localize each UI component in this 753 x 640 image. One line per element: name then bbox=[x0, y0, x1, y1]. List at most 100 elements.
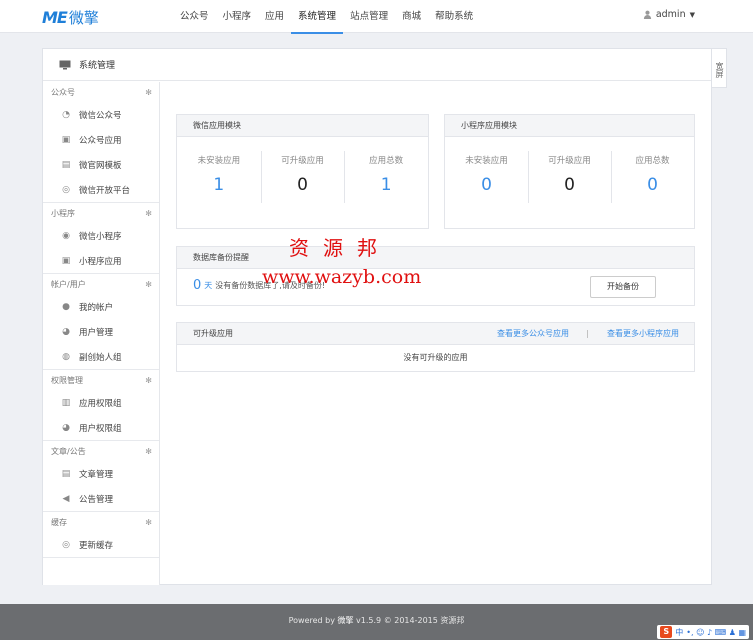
sidebar-group-header[interactable]: 权限管理 ✻ bbox=[43, 370, 159, 390]
sidebar-item-label: 更新缓存 bbox=[79, 540, 114, 551]
sogou-ime-icon[interactable]: S bbox=[660, 626, 673, 638]
user-icon: ● bbox=[62, 301, 70, 312]
sidebar-item-label: 微官网模板 bbox=[79, 160, 122, 171]
nav-item[interactable]: 帮助系统 bbox=[428, 0, 480, 33]
stat-value[interactable]: 0 bbox=[611, 175, 694, 195]
stat-cell: 可升级应用 0 bbox=[260, 137, 345, 217]
users-icon: ◕ bbox=[62, 326, 70, 337]
sidebar-group: 公众号 ✻ ◔ 微信公众号 ▣ 公众号应用 ▤ 微官网模板 ◎ 微信开放平台 bbox=[43, 82, 159, 203]
sidebar-item-label: 副创始人组 bbox=[79, 352, 122, 363]
sidebar-item[interactable]: ▥ 应用权限组 bbox=[43, 390, 159, 415]
gear-icon[interactable]: ✻ bbox=[145, 280, 152, 289]
sidebar-item[interactable]: ◕ 用户管理 bbox=[43, 319, 159, 344]
mini-program-icon: ◉ bbox=[62, 230, 70, 241]
stat-value: 0 bbox=[297, 175, 308, 195]
sidebar-item[interactable]: ▣ 公众号应用 bbox=[43, 127, 159, 152]
sidebar-item[interactable]: ◎ 更新缓存 bbox=[43, 532, 159, 557]
wide-screen-button[interactable]: 宽屏 bbox=[711, 48, 727, 88]
sidebar-item-label: 应用权限组 bbox=[79, 398, 122, 409]
more-wechat-apps-link[interactable]: 查看更多公众号应用 bbox=[497, 328, 569, 339]
article-icon: ▤ bbox=[61, 468, 71, 479]
nav-item[interactable]: 商城 bbox=[395, 0, 428, 33]
sidebar-group-header[interactable]: 帐户/用户 ✻ bbox=[43, 274, 159, 294]
nav-item[interactable]: 系统管理 bbox=[291, 0, 344, 34]
sidebar-item[interactable]: ◀ 公告管理 bbox=[43, 486, 159, 511]
sidebar-group-header[interactable]: 缓存 ✻ bbox=[43, 512, 159, 532]
sidebar-group: 文章/公告 ✻ ▤ 文章管理 ◀ 公告管理 bbox=[43, 441, 159, 512]
wechat-card-title: 微信应用模块 bbox=[177, 115, 428, 137]
mini-program-module-card: 小程序应用模块 未安装应用 0 可升级应用 0 应用总数 0 bbox=[444, 114, 695, 229]
sidebar-item[interactable]: ▣ 小程序应用 bbox=[43, 248, 159, 273]
footer-suffix: v1.5.9 © 2014-2015 资源邦 bbox=[353, 616, 465, 625]
gear-icon[interactable]: ✻ bbox=[145, 209, 152, 218]
gear-icon[interactable]: ✻ bbox=[145, 518, 152, 527]
sidebar-item[interactable]: ◔ 微信公众号 bbox=[43, 102, 159, 127]
template-icon: ▤ bbox=[61, 159, 71, 170]
ime-tool-icons[interactable]: •, ☺ ♪ ⌨ ♟ ▦ bbox=[686, 628, 746, 637]
refresh-icon: ◎ bbox=[62, 539, 70, 550]
sidebar-group: 小程序 ✻ ◉ 微信小程序 ▣ 小程序应用 bbox=[43, 203, 159, 274]
stat-label: 应用总数 bbox=[635, 156, 670, 166]
stat-label: 可升级应用 bbox=[548, 156, 591, 166]
backup-title: 数据库备份提醒 bbox=[177, 247, 694, 269]
wechat-module-card: 微信应用模块 未安装应用 1 可升级应用 0 应用总数 1 bbox=[176, 114, 429, 229]
sidebar-item[interactable]: ▤ 微官网模板 bbox=[43, 152, 159, 177]
sidebar-group-header[interactable]: 小程序 ✻ bbox=[43, 203, 159, 223]
speaker-icon: ◀ bbox=[62, 493, 70, 504]
start-backup-button[interactable]: 开始备份 bbox=[590, 276, 656, 298]
mini-card-title: 小程序应用模块 bbox=[445, 115, 694, 137]
gear-icon[interactable]: ✻ bbox=[145, 376, 152, 385]
stat-value[interactable]: 1 bbox=[177, 175, 261, 195]
monitor-icon bbox=[59, 60, 71, 69]
nav-item[interactable]: 小程序 bbox=[216, 0, 259, 33]
sidebar-item[interactable]: ◍ 副创始人组 bbox=[43, 344, 159, 369]
logo[interactable]: ME 微擎 bbox=[42, 7, 99, 28]
sidebar-group-title: 文章/公告 bbox=[51, 446, 86, 456]
sidebar-item-label: 微信小程序 bbox=[79, 231, 122, 242]
sidebar-item[interactable]: ▤ 文章管理 bbox=[43, 461, 159, 486]
nav-item[interactable]: 站点管理 bbox=[343, 0, 395, 33]
sidebar-group-header[interactable]: 文章/公告 ✻ bbox=[43, 441, 159, 461]
user-menu[interactable]: admin ▼ bbox=[643, 9, 695, 20]
mini-stats: 未安装应用 0 可升级应用 0 应用总数 0 bbox=[445, 137, 694, 217]
ime-lang-toggle[interactable]: 中 bbox=[675, 627, 683, 638]
sidebar-group-title: 帐户/用户 bbox=[51, 279, 86, 289]
top-navbar: ME 微擎 公众号 小程序 应用 系统管理 站点管理 商城 帮助系统 admin ▼ bbox=[0, 0, 753, 34]
gear-icon[interactable]: ✻ bbox=[145, 88, 152, 97]
nav-item[interactable]: 应用 bbox=[258, 0, 291, 33]
ime-toolbar[interactable]: S 中 •, ☺ ♪ ⌨ ♟ ▦ bbox=[657, 625, 749, 639]
main-nav: 公众号 小程序 应用 系统管理 站点管理 商城 帮助系统 bbox=[173, 0, 480, 34]
stat-label: 应用总数 bbox=[369, 156, 404, 166]
user-name: admin bbox=[655, 9, 686, 20]
gear-icon[interactable]: ✻ bbox=[145, 447, 152, 456]
stat-cell: 应用总数 0 bbox=[611, 137, 694, 217]
upgrade-empty-message: 没有可升级的应用 bbox=[403, 353, 468, 362]
stat-value[interactable]: 1 bbox=[344, 175, 428, 195]
app-icon: ▣ bbox=[61, 134, 71, 145]
link-separator: | bbox=[586, 329, 589, 338]
sidebar-group: 权限管理 ✻ ▥ 应用权限组 ◕ 用户权限组 bbox=[43, 370, 159, 441]
stat-cell: 可升级应用 0 bbox=[528, 137, 611, 217]
sidebar-item-label: 公告管理 bbox=[79, 494, 114, 505]
sidebar-item[interactable]: ◕ 用户权限组 bbox=[43, 415, 159, 440]
sidebar-group-title: 缓存 bbox=[51, 517, 67, 527]
nav-item[interactable]: 公众号 bbox=[173, 0, 216, 33]
sidebar-item[interactable]: ● 我的帐户 bbox=[43, 294, 159, 319]
sidebar-group-title: 公众号 bbox=[51, 87, 75, 97]
sidebar-item[interactable]: ◎ 微信开放平台 bbox=[43, 177, 159, 202]
watermark-url: www.wazyb.com bbox=[262, 266, 422, 288]
upgrade-header: 可升级应用 查看更多公众号应用 | 查看更多小程序应用 bbox=[177, 323, 694, 345]
footer-brand[interactable]: 微擎 bbox=[338, 616, 354, 625]
stat-label: 未安装应用 bbox=[197, 156, 241, 166]
sidebar: 公众号 ✻ ◔ 微信公众号 ▣ 公众号应用 ▤ 微官网模板 ◎ 微信开放平台 小程序 ✻ ◉ 微信小程序 ▣… bbox=[43, 82, 160, 585]
watermark-text: 资源邦 bbox=[289, 236, 391, 260]
sidebar-group-header[interactable]: 公众号 ✻ bbox=[43, 82, 159, 102]
stat-cell: 未安装应用 0 bbox=[445, 137, 528, 217]
user-group-icon: ◍ bbox=[62, 351, 70, 362]
stat-label: 可升级应用 bbox=[281, 156, 324, 166]
stat-value[interactable]: 0 bbox=[445, 175, 528, 195]
sidebar-item[interactable]: ◉ 微信小程序 bbox=[43, 223, 159, 248]
sidebar-item-label: 小程序应用 bbox=[79, 256, 122, 267]
sidebar-item-label: 公众号应用 bbox=[79, 135, 122, 146]
more-mini-apps-link[interactable]: 查看更多小程序应用 bbox=[607, 328, 679, 339]
